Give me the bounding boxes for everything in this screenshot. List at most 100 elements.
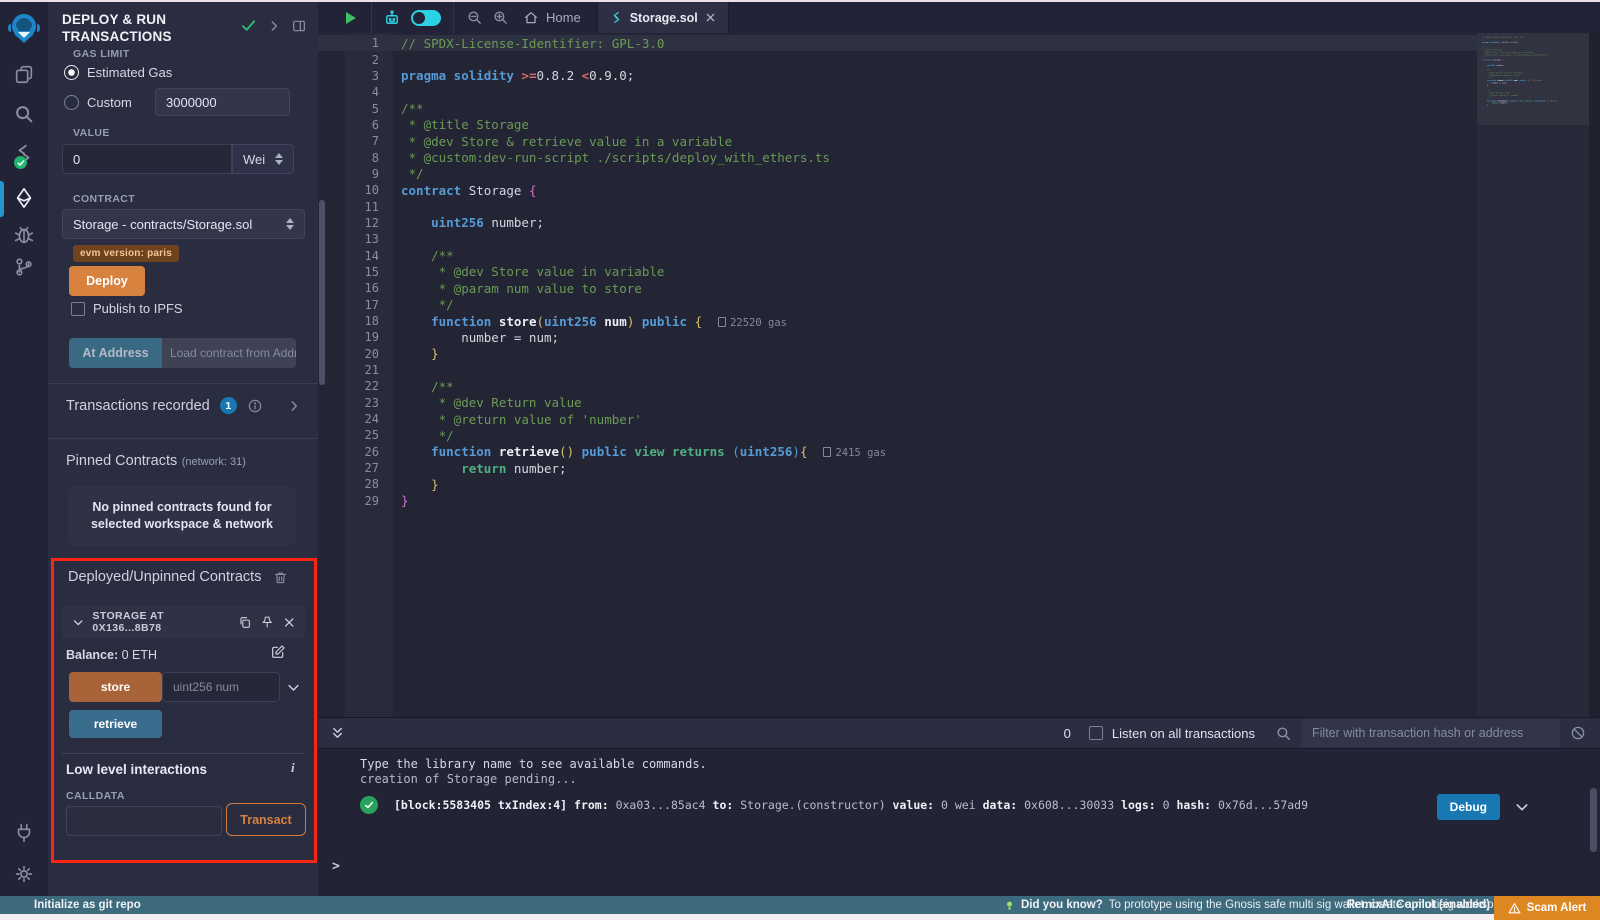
- copilot-toggle[interactable]: [411, 10, 441, 26]
- code-line[interactable]: 23 * @dev Return value: [318, 395, 1477, 411]
- panel-expand-icon[interactable]: [267, 19, 281, 33]
- search-icon[interactable]: [0, 103, 48, 125]
- run-script-icon[interactable]: [342, 10, 358, 26]
- tab-close-icon[interactable]: [705, 12, 716, 23]
- terminal-prompt[interactable]: >: [332, 859, 340, 874]
- ai-robot-icon[interactable]: [383, 9, 401, 27]
- code-line[interactable]: 25 */: [318, 427, 1477, 443]
- git-icon[interactable]: [0, 256, 48, 278]
- remix-logo[interactable]: [0, 10, 48, 46]
- code-line[interactable]: 3pragma solidity >=0.8.2 <0.9.0;: [318, 68, 1477, 84]
- settings-gear-icon[interactable]: [0, 863, 48, 885]
- code-line[interactable]: 1// SPDX-License-Identifier: GPL-3.0: [318, 35, 1477, 51]
- code-line[interactable]: 4: [318, 84, 1477, 100]
- scam-alert-button[interactable]: Scam Alert: [1494, 896, 1600, 920]
- code-line[interactable]: 27 return number;: [318, 460, 1477, 476]
- search-icon[interactable]: [1275, 725, 1292, 742]
- code-line[interactable]: 12 uint256 number;: [318, 215, 1477, 231]
- code-line[interactable]: 7 * @dev Store & retrieve value in a var…: [318, 133, 1477, 149]
- store-button[interactable]: store: [69, 672, 162, 702]
- info-icon[interactable]: i: [291, 760, 295, 776]
- value-label: VALUE: [73, 127, 110, 139]
- code-line[interactable]: 9 */: [318, 166, 1477, 182]
- panel-scrollbar[interactable]: [319, 200, 325, 385]
- info-icon[interactable]: [247, 398, 263, 414]
- copy-icon[interactable]: [238, 615, 252, 630]
- transaction-log-row[interactable]: [block:5583405 txIndex:4] from: 0xa03...…: [360, 796, 1308, 814]
- custom-gas-input[interactable]: 3000000: [155, 88, 290, 116]
- code-line[interactable]: 14 /**: [318, 247, 1477, 263]
- listen-all-checkbox[interactable]: [1089, 726, 1103, 740]
- terminal[interactable]: Type the library name to see available c…: [318, 750, 1600, 896]
- code-line[interactable]: 21: [318, 362, 1477, 378]
- debugger-icon[interactable]: [0, 224, 48, 246]
- code-line[interactable]: 19 number = num;: [318, 329, 1477, 345]
- chevron-down-icon[interactable]: [72, 616, 84, 629]
- code-block[interactable]: 1// SPDX-License-Identifier: GPL-3.023pr…: [318, 35, 1477, 509]
- zoom-in-icon[interactable]: [492, 9, 509, 26]
- clear-terminal-icon[interactable]: [1570, 725, 1586, 741]
- code-line[interactable]: 16 * @param num value to store: [318, 280, 1477, 296]
- at-address-input[interactable]: Load contract from Addre: [162, 338, 296, 368]
- estimated-gas-radio[interactable]: [64, 65, 79, 80]
- code-line[interactable]: 15 * @dev Store value in variable: [318, 264, 1477, 280]
- collapse-terminal-icon[interactable]: [330, 726, 345, 741]
- chevron-down-icon[interactable]: [286, 680, 301, 695]
- deploy-button[interactable]: Deploy: [69, 266, 145, 296]
- debug-button[interactable]: Debug: [1437, 794, 1500, 820]
- code-line[interactable]: 20 }: [318, 346, 1477, 362]
- plugin-manager-icon[interactable]: [0, 822, 48, 844]
- chevron-down-icon[interactable]: [1514, 799, 1530, 815]
- line-number: 22: [318, 379, 393, 393]
- custom-gas-radio[interactable]: [64, 95, 79, 110]
- filter-transactions-input[interactable]: Filter with transaction hash or address: [1302, 719, 1560, 747]
- zoom-out-icon[interactable]: [466, 9, 483, 26]
- code-line[interactable]: 8 * @custom:dev-run-script ./scripts/dep…: [318, 149, 1477, 165]
- transactions-recorded-row[interactable]: Transactions recorded 1: [66, 397, 301, 414]
- code-line[interactable]: 17 */: [318, 297, 1477, 313]
- contract-instance-header[interactable]: STORAGE AT 0X136...8B78: [62, 606, 305, 638]
- value-input[interactable]: 0: [62, 144, 232, 174]
- code-line[interactable]: 11: [318, 198, 1477, 214]
- value-unit-select[interactable]: Wei: [232, 144, 294, 174]
- code-line[interactable]: 2: [318, 51, 1477, 67]
- contract-select[interactable]: Storage - contracts/Storage.sol: [62, 209, 305, 239]
- balance-row: Balance: 0 ETH: [66, 648, 157, 662]
- calldata-input[interactable]: [66, 806, 222, 836]
- code-line[interactable]: 18 function store(uint256 num) public {2…: [318, 313, 1477, 329]
- at-address-button[interactable]: At Address: [69, 338, 162, 368]
- publish-ipfs-checkbox[interactable]: [71, 302, 85, 316]
- code-line[interactable]: 29}: [318, 493, 1477, 509]
- solidity-compiler-icon[interactable]: [0, 143, 48, 165]
- code-line[interactable]: 6 * @title Storage: [318, 117, 1477, 133]
- code-line[interactable]: 26 function retrieve() public view retur…: [318, 444, 1477, 460]
- retrieve-button[interactable]: retrieve: [69, 710, 162, 738]
- code-line[interactable]: 22 /**: [318, 378, 1477, 394]
- editor-scrollbar[interactable]: [1589, 33, 1600, 717]
- code-line[interactable]: 5/**: [318, 100, 1477, 116]
- code-line[interactable]: 24 * @return value of 'number': [318, 411, 1477, 427]
- code-editor[interactable]: 1// SPDX-License-Identifier: GPL-3.023pr…: [318, 33, 1600, 717]
- minimap[interactable]: // SPDX-License-Identifier: GPL-3.0pragm…: [1477, 33, 1589, 717]
- deploy-and-run-icon[interactable]: [0, 187, 48, 209]
- trash-icon[interactable]: [273, 570, 288, 585]
- store-arg-input[interactable]: uint256 num: [162, 672, 280, 702]
- copilot-status[interactable]: RemixAI Copilot (enabled): [1347, 896, 1490, 914]
- chevron-right-icon[interactable]: [287, 399, 301, 413]
- panel-pin-view-icon[interactable]: [291, 18, 307, 34]
- code-line[interactable]: 13: [318, 231, 1477, 247]
- home-tab[interactable]: Home: [523, 10, 581, 26]
- close-icon[interactable]: [283, 616, 295, 629]
- edit-icon[interactable]: [270, 644, 286, 660]
- updown-arrows-icon: [286, 218, 294, 230]
- code-line[interactable]: 10contract Storage {: [318, 182, 1477, 198]
- line-number: 9: [318, 167, 393, 181]
- terminal-scrollbar[interactable]: [1590, 788, 1597, 852]
- pin-icon[interactable]: [260, 615, 274, 630]
- transact-button[interactable]: Transact: [226, 803, 306, 836]
- code-line[interactable]: 28 }: [318, 476, 1477, 492]
- file-explorer-icon[interactable]: [0, 63, 48, 85]
- tab-storage-sol[interactable]: Storage.sol: [597, 2, 729, 33]
- remix-ide-window: DEPLOY & RUN TRANSACTIONS GAS LIMIT Esti…: [0, 0, 1600, 920]
- git-init-button[interactable]: Initialize as git repo: [34, 896, 141, 914]
